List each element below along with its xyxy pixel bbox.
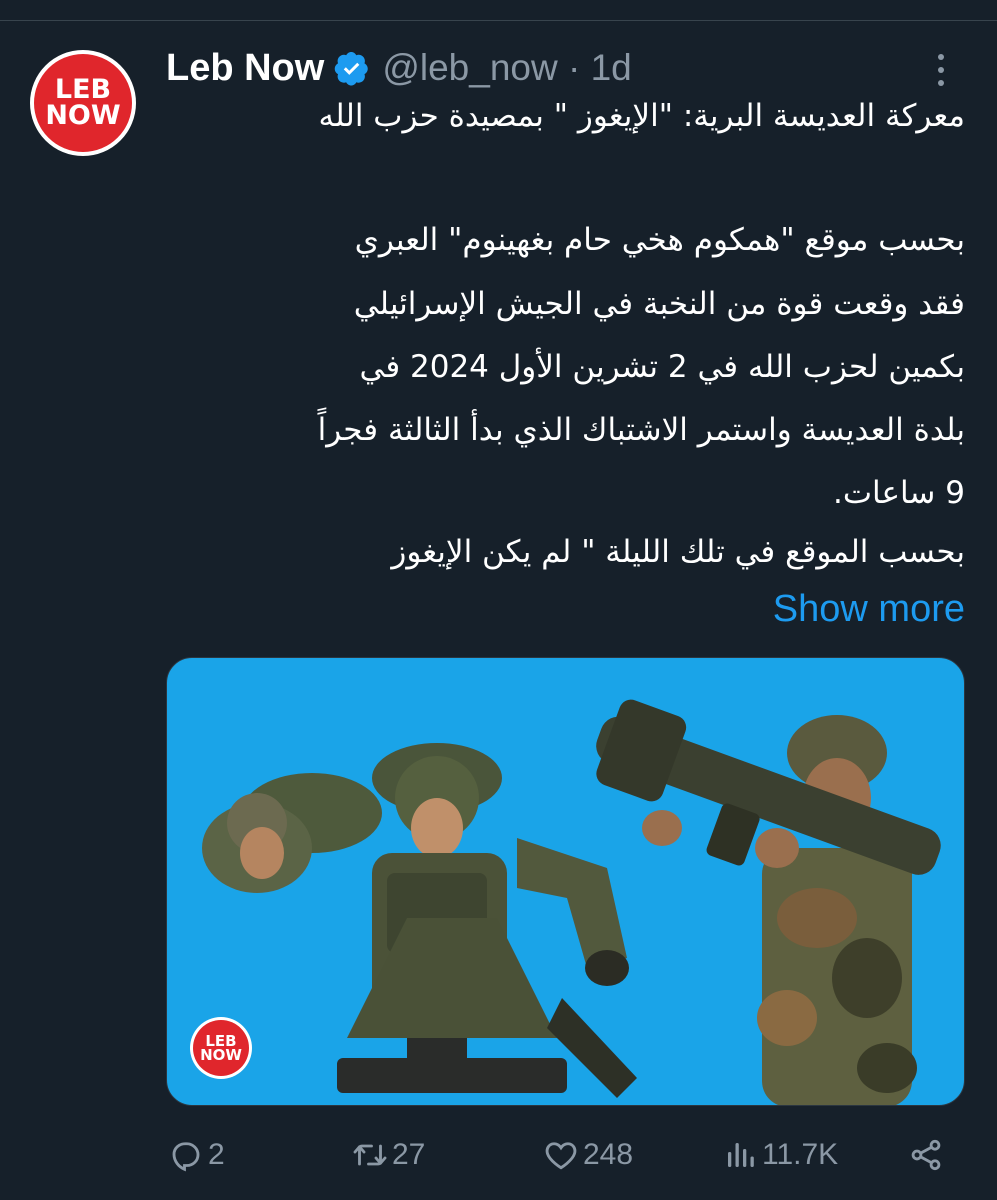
soldiers-illustration bbox=[202, 699, 941, 1105]
carrying-soldier-figure bbox=[202, 743, 637, 1098]
tweet-text-line: بلدة العديسة واستمر الاشتباك الذي بدأ ال… bbox=[317, 412, 965, 448]
tweet-text-line: 9 ساعات. bbox=[833, 475, 965, 511]
tweet-text-line: معركة العديسة البرية: "الإيغوز " بمصيدة … bbox=[318, 98, 966, 134]
like-icon bbox=[545, 1142, 577, 1170]
top-divider bbox=[0, 20, 997, 21]
views-button[interactable]: 11.7K bbox=[722, 1130, 838, 1180]
tweet-text-line: بكمين لحزب الله في 2 تشرين الأول 2024 في bbox=[359, 349, 965, 385]
like-button[interactable]: 248 bbox=[543, 1130, 633, 1180]
verified-badge-icon bbox=[335, 51, 369, 86]
media-watermark-logo: LEB NOW bbox=[190, 1017, 252, 1079]
tweet-text-line: بحسب موقع "همكوم هخي حام بغهينوم" العبري bbox=[354, 222, 965, 258]
reply-button[interactable]: 2 bbox=[168, 1130, 225, 1180]
retweet-icon bbox=[353, 1144, 387, 1166]
tweet-media-image[interactable] bbox=[166, 657, 965, 1106]
reply-count: 2 bbox=[208, 1138, 225, 1171]
handle-and-time[interactable]: @leb_now · 1d bbox=[382, 47, 631, 89]
tweet-header: Leb Now @leb_now · 1d bbox=[166, 38, 632, 98]
show-more-link[interactable]: Show more bbox=[773, 588, 965, 631]
retweet-button[interactable]: 27 bbox=[352, 1130, 425, 1180]
more-options-icon[interactable] bbox=[930, 50, 952, 90]
retweet-count: 27 bbox=[392, 1138, 426, 1171]
share-icon bbox=[911, 1139, 941, 1171]
tweet-text-line: فقد وقعت قوة من النخبة في الجيش الإسرائي… bbox=[353, 286, 965, 322]
launcher-soldier-figure bbox=[596, 699, 941, 1105]
reply-icon bbox=[172, 1142, 200, 1172]
avatar[interactable]: LEB NOW bbox=[30, 50, 136, 156]
tweet-text-line: بحسب الموقع في تلك الليلة " لم يكن الإيغ… bbox=[391, 534, 965, 570]
display-name[interactable]: Leb Now bbox=[166, 47, 324, 90]
view-count: 11.7K bbox=[762, 1138, 839, 1171]
share-button[interactable] bbox=[908, 1130, 948, 1180]
like-count: 248 bbox=[583, 1138, 634, 1171]
views-icon bbox=[728, 1143, 754, 1167]
tweet-actions-bar: 2 27 248 11.7K bbox=[0, 1130, 997, 1180]
avatar-logo: LEB NOW bbox=[34, 54, 132, 152]
